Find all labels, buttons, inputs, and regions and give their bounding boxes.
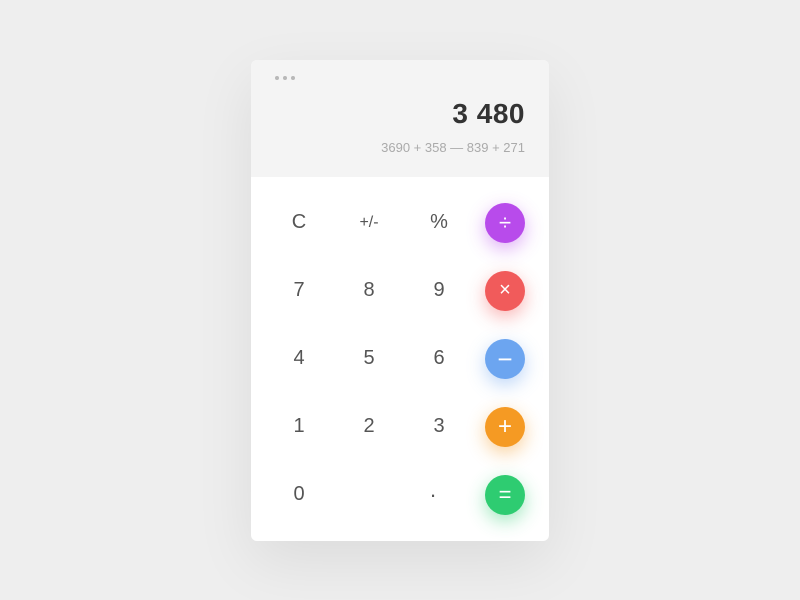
digit-5-button[interactable]: 5 (345, 339, 393, 379)
sign-button[interactable]: +/- (345, 203, 393, 243)
keypad: C +/- % ÷ 7 8 9 × 4 5 6 − 1 2 3 + 0 · = (251, 177, 549, 541)
calculator-app: 3 480 3690 + 358 — 839 + 271 C +/- % ÷ 7… (251, 60, 549, 541)
digit-3-button[interactable]: 3 (415, 407, 463, 447)
percent-button[interactable]: % (415, 203, 463, 243)
equals-button[interactable]: = (485, 475, 525, 515)
digit-2-button[interactable]: 2 (345, 407, 393, 447)
result-value: 3 480 (275, 98, 525, 130)
digit-7-button[interactable]: 7 (275, 271, 323, 311)
plus-button[interactable]: + (485, 407, 525, 447)
digit-9-button[interactable]: 9 (415, 271, 463, 311)
menu-icon[interactable] (275, 76, 525, 80)
digit-8-button[interactable]: 8 (345, 271, 393, 311)
minus-button[interactable]: − (485, 339, 525, 379)
divide-button[interactable]: ÷ (485, 203, 525, 243)
digit-6-button[interactable]: 6 (415, 339, 463, 379)
digit-0-button[interactable]: 0 (275, 475, 323, 515)
digit-4-button[interactable]: 4 (275, 339, 323, 379)
multiply-button[interactable]: × (485, 271, 525, 311)
display-area: 3 480 3690 + 358 — 839 + 271 (251, 60, 549, 177)
decimal-button[interactable]: · (409, 475, 457, 515)
clear-button[interactable]: C (275, 203, 323, 243)
digit-1-button[interactable]: 1 (275, 407, 323, 447)
expression-history: 3690 + 358 — 839 + 271 (275, 140, 525, 155)
